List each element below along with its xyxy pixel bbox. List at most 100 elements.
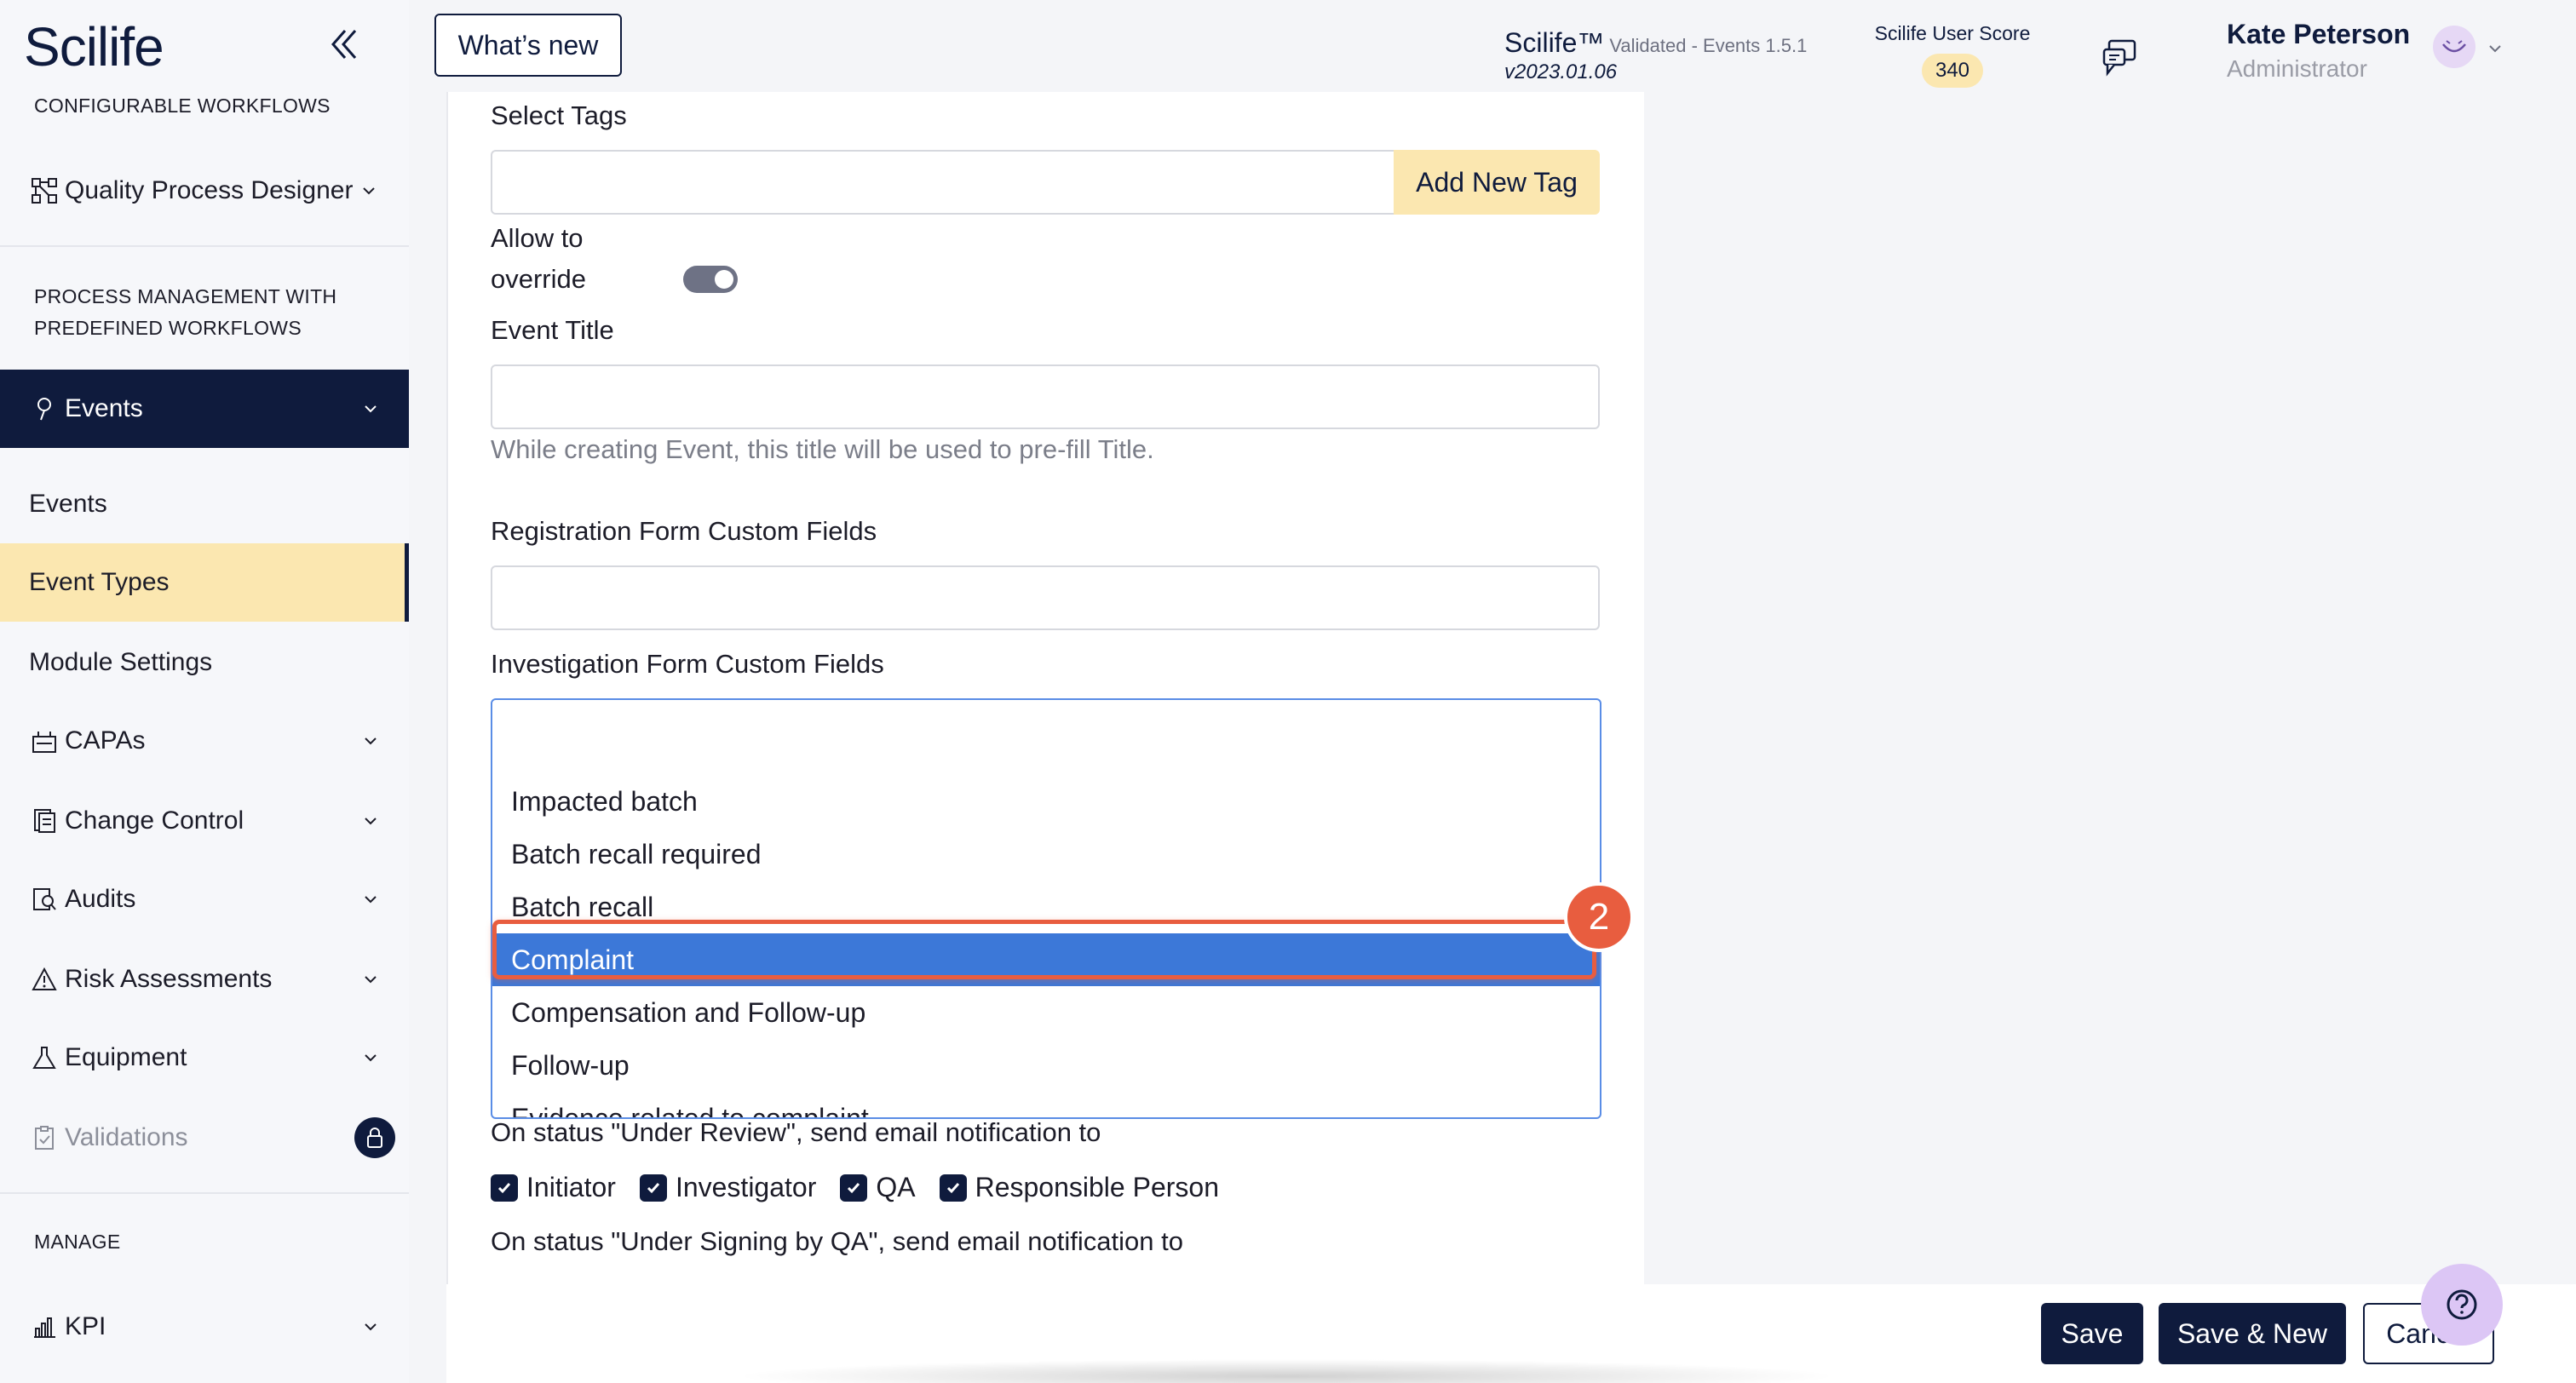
- dropdown-option-highlighted[interactable]: Complaint: [492, 933, 1600, 986]
- sidebar-item-audits[interactable]: Audits: [0, 860, 409, 938]
- chevron-down-icon: [361, 970, 380, 989]
- under-review-notification-label: On status "Under Review", send email not…: [491, 1117, 1101, 1147]
- section-heading-line: PROCESS MANAGEMENT WITH: [34, 285, 337, 307]
- lock-icon: [354, 1117, 395, 1158]
- dropdown-options-list: Impacted batch Batch recall required Bat…: [492, 775, 1600, 1117]
- chevron-down-icon[interactable]: [2486, 39, 2504, 58]
- investigation-fields-search-input[interactable]: [492, 700, 1600, 763]
- sidebar-item-label: Validations: [65, 1123, 188, 1151]
- flask-icon: [29, 1042, 60, 1073]
- registration-form-custom-fields-input[interactable]: [491, 565, 1600, 630]
- footer-shadow: [733, 1359, 1840, 1383]
- help-button[interactable]: [2421, 1264, 2503, 1346]
- allow-override-label-line: Allow to: [491, 223, 584, 253]
- dropdown-option[interactable]: Batch recall: [492, 881, 1600, 933]
- checkbox-checked-icon: [491, 1174, 518, 1202]
- sidebar-item-events[interactable]: Events: [0, 370, 409, 448]
- allow-override-toggle[interactable]: [683, 266, 738, 293]
- sidebar-subitem-events[interactable]: Events: [0, 465, 409, 543]
- sidebar-item-quality-process-designer[interactable]: Quality Process Designer: [0, 152, 409, 230]
- allow-override-label: Allow to override: [491, 218, 586, 300]
- checkbox-label: Investigator: [675, 1172, 817, 1202]
- user-score[interactable]: Scilife User Score 340: [1867, 22, 2038, 88]
- under-signing-notification-label: On status "Under Signing by QA", send em…: [491, 1226, 1183, 1256]
- document-stack-icon: [29, 806, 60, 836]
- checkbox-checked-icon: [840, 1174, 868, 1202]
- under-review-recipients: Initiator Investigator QA Responsible Pe…: [491, 1172, 1243, 1203]
- investigation-form-custom-fields-label: Investigation Form Custom Fields: [491, 649, 884, 679]
- chat-feedback-icon[interactable]: [2101, 37, 2140, 77]
- checkbox-qa[interactable]: QA: [840, 1172, 916, 1203]
- sidebar-item-validations[interactable]: Validations: [0, 1099, 409, 1177]
- double-chevron-left-icon: [331, 30, 357, 59]
- sidebar-item-label: KPI: [65, 1312, 106, 1340]
- chevron-down-icon: [359, 181, 378, 200]
- sidebar-divider: [0, 1192, 409, 1194]
- sidebar-item-change-control[interactable]: Change Control: [0, 782, 409, 860]
- avatar[interactable]: [2433, 26, 2475, 68]
- checkbox-investigator[interactable]: Investigator: [639, 1172, 817, 1203]
- chevron-down-icon: [361, 732, 380, 750]
- event-title-hint: While creating Event, this title will be…: [491, 434, 1154, 464]
- allow-override-label-line: override: [491, 264, 586, 294]
- sidebar-item-kpi[interactable]: KPI: [0, 1288, 409, 1366]
- checkbox-checked-icon: [939, 1174, 967, 1202]
- dropdown-option[interactable]: Follow-up: [492, 1039, 1600, 1092]
- user-score-badge: 340: [1921, 54, 1984, 88]
- sidebar-item-label: Change Control: [65, 806, 244, 835]
- question-circle-icon: [2447, 1289, 2477, 1320]
- sidebar-subitem-module-settings[interactable]: Module Settings: [0, 623, 409, 702]
- right-empty-panel: [1644, 92, 2576, 1284]
- scilife-logo[interactable]: Scilife: [24, 15, 164, 78]
- chevron-down-icon: [361, 890, 380, 909]
- app-name: Scilife™: [1504, 27, 1605, 58]
- sidebar-item-label: Audits: [65, 885, 136, 913]
- sidebar-item-equipment[interactable]: Equipment: [0, 1019, 409, 1097]
- annotation-step-badge: 2: [1564, 882, 1634, 952]
- event-title-input[interactable]: [491, 364, 1600, 429]
- sidebar-divider: [0, 245, 409, 247]
- user-role: Administrator: [2227, 55, 2367, 82]
- user-name: Kate Peterson: [2227, 19, 2411, 49]
- checkbox-label: Initiator: [526, 1172, 616, 1202]
- chevron-down-icon: [361, 399, 380, 418]
- select-tags-input[interactable]: [491, 150, 1395, 215]
- section-manage: MANAGE: [34, 1231, 121, 1253]
- section-heading-line: PREDEFINED WORKFLOWS: [34, 317, 302, 339]
- dropdown-option[interactable]: Batch recall required: [492, 828, 1600, 881]
- checkbox-checked-icon: [639, 1174, 667, 1202]
- bar-chart-icon: [29, 1311, 60, 1342]
- sidebar-item-label: Risk Assessments: [65, 965, 273, 993]
- checkbox-responsible-person[interactable]: Responsible Person: [939, 1172, 1219, 1203]
- add-new-tag-button[interactable]: Add New Tag: [1394, 150, 1600, 215]
- user-score-label: Scilife User Score: [1874, 22, 2031, 44]
- checkbox-label: QA: [876, 1172, 916, 1202]
- dropdown-option[interactable]: Impacted batch: [492, 775, 1600, 828]
- collapse-sidebar-button[interactable]: [322, 20, 365, 68]
- chevron-down-icon: [361, 1048, 380, 1067]
- chevron-down-icon: [361, 812, 380, 830]
- dropdown-option[interactable]: Evidence related to complaint: [492, 1092, 1600, 1117]
- investigation-fields-dropdown[interactable]: Impacted batch Batch recall required Bat…: [491, 698, 1601, 1119]
- whats-new-button[interactable]: What’s new: [434, 14, 622, 77]
- section-configurable-workflows: CONFIGURABLE WORKFLOWS: [34, 95, 331, 117]
- section-process-management: PROCESS MANAGEMENT WITH PREDEFINED WORKF…: [34, 281, 336, 344]
- sidebar-subitem-event-types[interactable]: Event Types: [0, 543, 409, 622]
- save-and-new-button[interactable]: Save & New: [2159, 1303, 2346, 1364]
- sidebar-item-capas[interactable]: CAPAs: [0, 702, 409, 780]
- app-validated-status: Validated - Events 1.5.1: [1609, 35, 1808, 56]
- map-pin-icon: [29, 393, 60, 424]
- sidebar-item-risk-assessments[interactable]: Risk Assessments: [0, 940, 409, 1019]
- audit-search-icon: [29, 884, 60, 915]
- app-version-info: Scilife™ Validated - Events 1.5.1 v2023.0…: [1504, 27, 1807, 84]
- checkbox-initiator[interactable]: Initiator: [491, 1172, 616, 1203]
- workflow-icon: [29, 175, 60, 206]
- sidebar-item-label: Events: [65, 394, 143, 422]
- sidebar-item-label: CAPAs: [65, 726, 146, 755]
- save-button[interactable]: Save: [2041, 1303, 2143, 1364]
- dropdown-option[interactable]: Compensation and Follow-up: [492, 986, 1600, 1039]
- clipboard-check-icon: [29, 1122, 60, 1153]
- user-profile[interactable]: Kate Peterson Administrator: [2227, 19, 2410, 83]
- select-tags-label: Select Tags: [491, 100, 627, 130]
- sidebar: Scilife CONFIGURABLE WORKFLOWS Quality P…: [0, 0, 409, 1383]
